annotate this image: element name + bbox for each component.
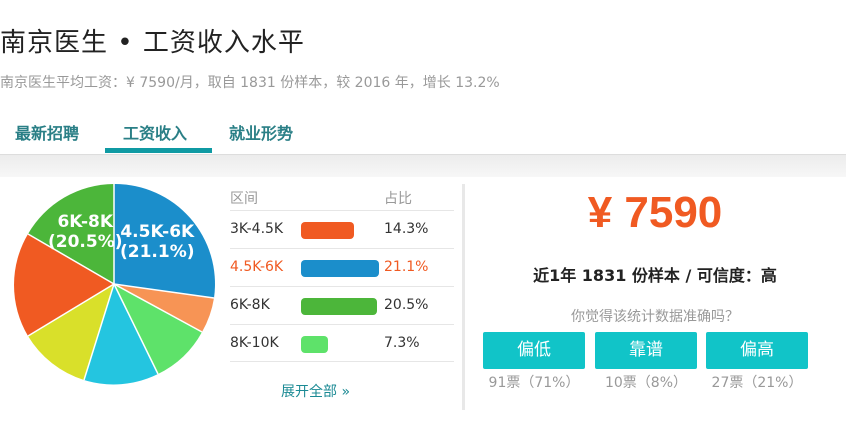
tab-employment-trend[interactable]: 就业形势 [229,120,293,144]
pie-label-6k-8k-range: 6K-8K [57,212,114,232]
tab-bar: 最新招聘 工资收入 就业形势 [0,108,846,155]
expand-all-link[interactable]: 展开全部 » [281,381,350,401]
section-separator [0,155,846,177]
table-row[interactable]: 3K-4.5K 14.3% [230,210,454,248]
vote-accurate-count: 10票（8%） [604,375,688,391]
table-row[interactable]: 4.5K-6K 21.1% [230,248,454,286]
average-salary: ¥ 7590 [587,188,723,237]
tab-salary-income[interactable]: 工资收入 [123,120,187,144]
row-share: 7.3% [384,335,420,351]
pie-label-4.5k-6k: 4.5K-6K (21.1%) [120,222,195,262]
vote-too-high-button[interactable]: 偏高 [706,332,808,369]
vote-too-low-count: 91票（71%） [488,375,580,391]
row-bar [301,298,377,315]
tab-latest-jobs[interactable]: 最新招聘 [15,120,79,144]
row-bar [301,336,328,353]
row-range: 3K-4.5K [230,221,284,237]
pie-label-4.5k-6k-range: 4.5K-6K [120,222,195,242]
page-title: 南京医生 • 工资收入水平 [0,28,305,58]
column-header-share: 占比 [384,191,412,207]
page-subtitle: 南京医生平均工资：¥ 7590/月，取自 1831 份样本，较 2016 年，增… [0,75,500,91]
row-range: 8K-10K [230,335,279,351]
pie-label-4.5k-6k-share: (21.1%) [120,242,195,262]
column-header-range: 区间 [230,191,258,207]
vote-accurate-button[interactable]: 靠谱 [595,332,697,369]
accuracy-question: 你觉得该统计数据准确吗？ [571,309,739,325]
pie-label-6k-8k: 6K-8K (20.5%) [48,212,123,252]
vote-too-low-button[interactable]: 偏低 [483,332,585,369]
row-share: 20.5% [384,297,429,313]
row-share: 14.3% [384,221,429,237]
row-bar [301,222,354,239]
row-bar [301,260,380,277]
table-row[interactable]: 8K-10K 7.3% [230,324,454,362]
row-range: 6K-8K [230,297,270,313]
row-range: 4.5K-6K [230,259,284,275]
active-tab-indicator [105,148,212,153]
table-row[interactable]: 6K-8K 20.5% [230,286,454,324]
vote-too-high-count: 27票（21%） [711,375,803,391]
sample-summary: 近1年 1831 份样本 / 可信度：高 [533,266,777,285]
row-share: 21.1% [384,259,429,275]
pie-label-6k-8k-share: (20.5%) [48,232,123,252]
